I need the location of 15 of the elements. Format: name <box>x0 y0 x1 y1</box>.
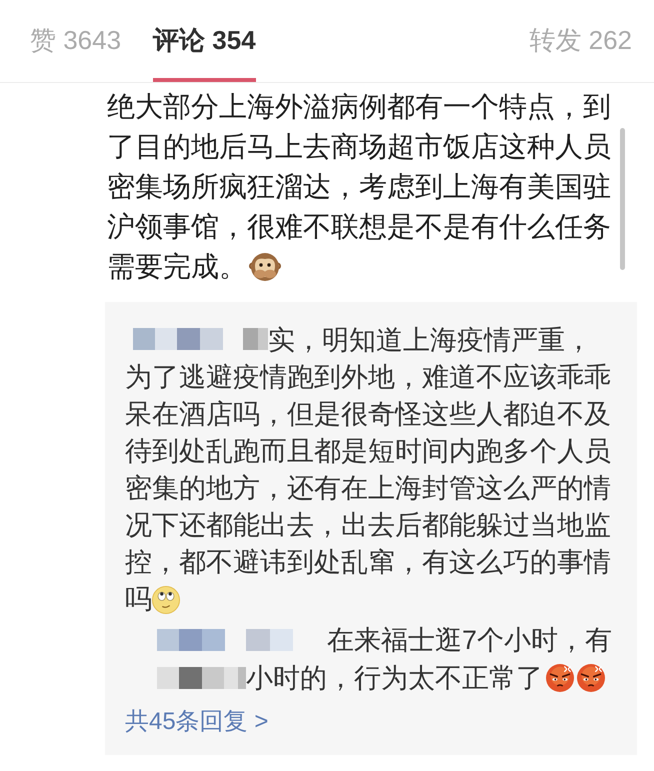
scrollbar-thumb[interactable] <box>620 128 625 270</box>
reply-text: 为了逃避疫情跑到外地，难道不应该乖乖呆在酒店吗，但是很奇怪这些人都迫不及待到处乱跑而且都是短时间内跑多个人员密集的地方，还有在上海封管这么严的情况下还都能出去，出去后都能躲过当地监控，都不避讳到处乱窜，有这么巧的事情 <box>125 361 612 579</box>
angry-face-emoji-icon <box>577 664 605 692</box>
reply-text: 实，明知道上海疫情严重， <box>268 324 592 357</box>
replies-link[interactable]: 共45条回复 > <box>125 707 268 737</box>
monkey-emoji-icon <box>249 253 281 281</box>
tab[interactable]: 赞 3643 <box>30 0 122 82</box>
reply-text: 吗 <box>125 583 152 616</box>
reply-text: 在来福士逛7个小时，有 <box>327 624 612 656</box>
tab[interactable]: 转发 262 <box>529 0 632 82</box>
reply-text: 小时的，行为太不正常了 <box>246 662 543 694</box>
angry-face-emoji-icon <box>546 664 574 692</box>
comment-text: 需要完成。 <box>107 250 247 284</box>
eyes-up-emoji-icon <box>152 586 180 614</box>
comment-text: 绝大部分上海外溢病例都有一个特点，到了目的地后马上去商场超市饭店这种人员密集场所疯狂溜达，考虑到上海有美国驻沪领事馆，很难不联想是不是有什么任务 <box>107 90 612 244</box>
